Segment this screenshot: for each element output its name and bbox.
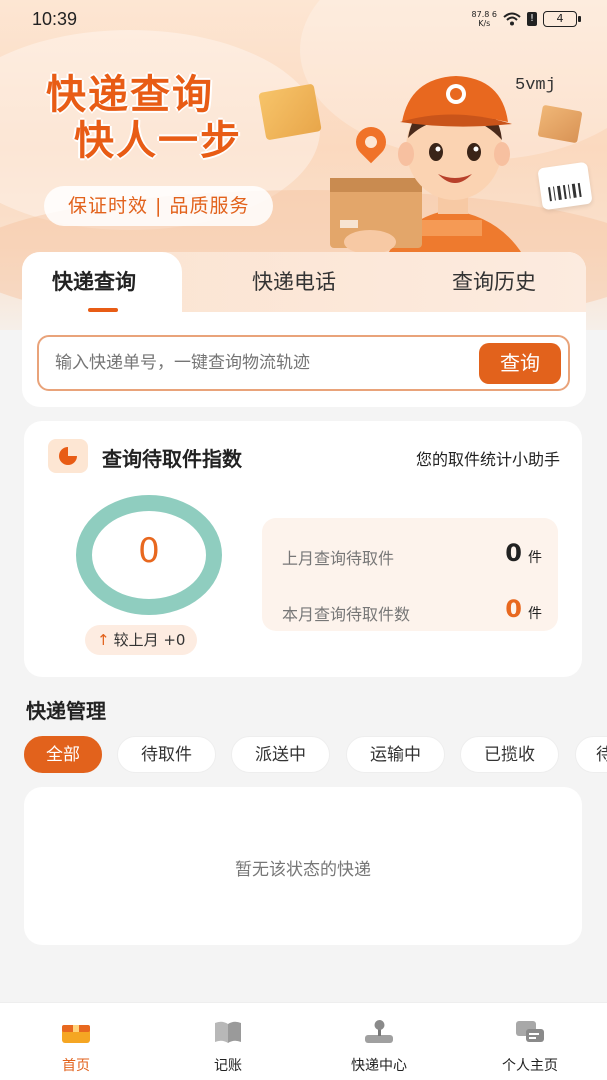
network-speed-value: 87.8 [471, 10, 490, 19]
status-bar: 10:39 87.8 6 K/s ! 4 [0, 0, 607, 40]
book-icon [215, 1021, 241, 1043]
parcel-box-icon [258, 83, 322, 141]
hero-title-line1: 快递查询 [46, 72, 214, 118]
pie-chart-icon [48, 439, 88, 473]
hero-title: 快递查询 快人一步 [46, 72, 242, 164]
chip-all[interactable]: 全部 [24, 736, 102, 773]
nav-express-center[interactable]: 快递中心 [319, 1019, 439, 1075]
stat-last-month: 上月查询待取件 0 件 [282, 539, 542, 569]
stat-label: 上月查询待取件 [282, 549, 395, 568]
pickup-index-title: 查询待取件指数 [102, 447, 242, 471]
hero-title-line2: 快人一步 [74, 118, 242, 164]
nav-express-center-label: 快递中心 [351, 1058, 407, 1074]
nav-accounting[interactable]: 记账 [168, 1019, 288, 1075]
status-time: 10:39 [32, 9, 78, 29]
chip-more[interactable]: 待 [575, 736, 607, 773]
status-indicators: 87.8 6 K/s ! 4 [472, 10, 581, 28]
tab-query-history[interactable]: 查询历史 [452, 266, 536, 296]
network-speed-exp: 6 [491, 10, 497, 19]
hero-subtitle: 保证时效 | 品质服务 [44, 186, 274, 226]
network-speed: 87.8 6 K/s [472, 10, 497, 28]
home-box-icon [62, 1025, 90, 1043]
network-speed-unit: K/s [478, 19, 491, 28]
chip-in-transit[interactable]: 运输中 [346, 736, 445, 773]
arrow-up-icon: ↑ [97, 631, 110, 649]
joystick-icon [365, 1020, 393, 1043]
stat-this-month: 本月查询待取件数 0 件 [282, 595, 542, 625]
nav-profile-label: 个人主页 [502, 1058, 558, 1074]
stat-value: 0 [505, 539, 522, 567]
tab-active-indicator [88, 308, 118, 312]
stat-unit: 件 [528, 550, 542, 566]
alert-icon: ! [527, 12, 537, 26]
chip-collected[interactable]: 已揽收 [460, 736, 559, 773]
search-box: 查询 [37, 335, 570, 391]
status-filter-chips: 全部 待取件 派送中 运输中 已揽收 待 [24, 736, 607, 774]
express-management-title: 快递管理 [26, 699, 106, 723]
pickup-ring-value: 0 [138, 531, 160, 571]
tab-express-phone[interactable]: 快递电话 [252, 266, 336, 296]
stat-unit: 件 [528, 606, 542, 622]
chat-bubbles-icon [516, 1021, 544, 1042]
search-card: 快递查询 快递电话 查询历史 查询 [22, 252, 586, 407]
stat-label: 本月查询待取件数 [282, 605, 411, 624]
chip-pending-pickup[interactable]: 待取件 [117, 736, 216, 773]
nav-home[interactable]: 首页 [16, 1019, 136, 1075]
wifi-icon [503, 12, 521, 26]
battery-icon: 4 [543, 11, 581, 27]
chip-delivering[interactable]: 派送中 [231, 736, 330, 773]
express-list-empty: 暂无该状态的快递 [24, 787, 582, 945]
nav-profile[interactable]: 个人主页 [470, 1019, 590, 1075]
pickup-index-card: 查询待取件指数 您的取件统计小助手 0 ↑ 较上月 +0 上月查询待取件 0 件 … [24, 421, 582, 677]
pickup-stats-panel: 上月查询待取件 0 件 本月查询待取件数 0 件 [262, 518, 558, 631]
nav-accounting-label: 记账 [214, 1058, 242, 1074]
month-compare-badge: ↑ 较上月 +0 [85, 625, 198, 655]
stat-value: 0 [505, 595, 522, 623]
tab-express-query[interactable]: 快递查询 [52, 266, 136, 296]
month-compare-text: 较上月 +0 [113, 631, 186, 649]
empty-state-text: 暂无该状态的快递 [235, 860, 371, 880]
nav-home-label: 首页 [62, 1058, 90, 1074]
pickup-index-subtitle: 您的取件统计小助手 [415, 450, 560, 469]
bottom-navigation: 首页 记账 快递中心 个人主页 [0, 1002, 607, 1080]
search-button[interactable]: 查询 [479, 343, 561, 384]
tracking-number-input[interactable] [55, 353, 455, 373]
